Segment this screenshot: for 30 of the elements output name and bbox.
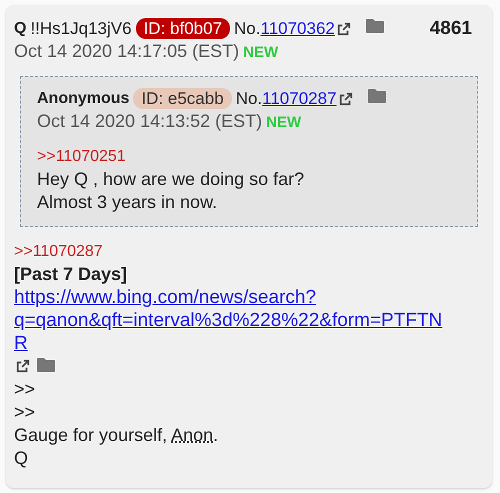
poster-name: Q [14, 19, 26, 39]
url-link[interactable]: https://www.bing.com/news/search?q=qanon&qft=interval%3d%228%22&form=PTFTNR [14, 286, 450, 355]
message-text: >> [14, 379, 36, 399]
message-text: Gauge for yourself, Anon. [14, 425, 218, 445]
poster-name: Anonymous [37, 89, 130, 109]
folder-icon[interactable] [36, 357, 56, 373]
new-label: NEW [266, 114, 302, 131]
message-text: >> [14, 402, 36, 422]
poster-id-tag: ID: e5cabb [133, 88, 232, 109]
folder-icon[interactable] [366, 88, 387, 104]
post-number-link[interactable]: 11070287 [262, 87, 337, 110]
tripcode: !!Hs1Jq13jV6 [30, 18, 132, 40]
new-label: NEW [243, 44, 278, 61]
external-link-icon[interactable] [338, 92, 353, 106]
message-text: Q [14, 448, 28, 468]
reply-link[interactable]: >>11070287 [14, 243, 103, 260]
post-number-label: No. [236, 88, 262, 110]
message-text: Hey Q , how are we doing so far? [37, 169, 304, 189]
message-text: Almost 3 years in now. [37, 192, 218, 212]
post-date: Oct 14 2020 14:13:52 (EST) [37, 111, 262, 131]
post-date: Oct 14 2020 14:17:05 (EST) [14, 41, 240, 61]
post-count: 4861 [430, 17, 472, 40]
post-number-link[interactable]: 11070362 [260, 17, 335, 40]
post-number-label: No. [234, 18, 260, 40]
folder-icon[interactable] [364, 18, 385, 34]
external-link-icon[interactable] [16, 359, 30, 373]
poster-id-tag: ID: bf0b07 [136, 18, 230, 39]
external-link-icon[interactable] [336, 22, 351, 36]
reply-link[interactable]: >>11070251 [37, 148, 126, 165]
heading-text: [Past 7 Days] [14, 264, 128, 284]
